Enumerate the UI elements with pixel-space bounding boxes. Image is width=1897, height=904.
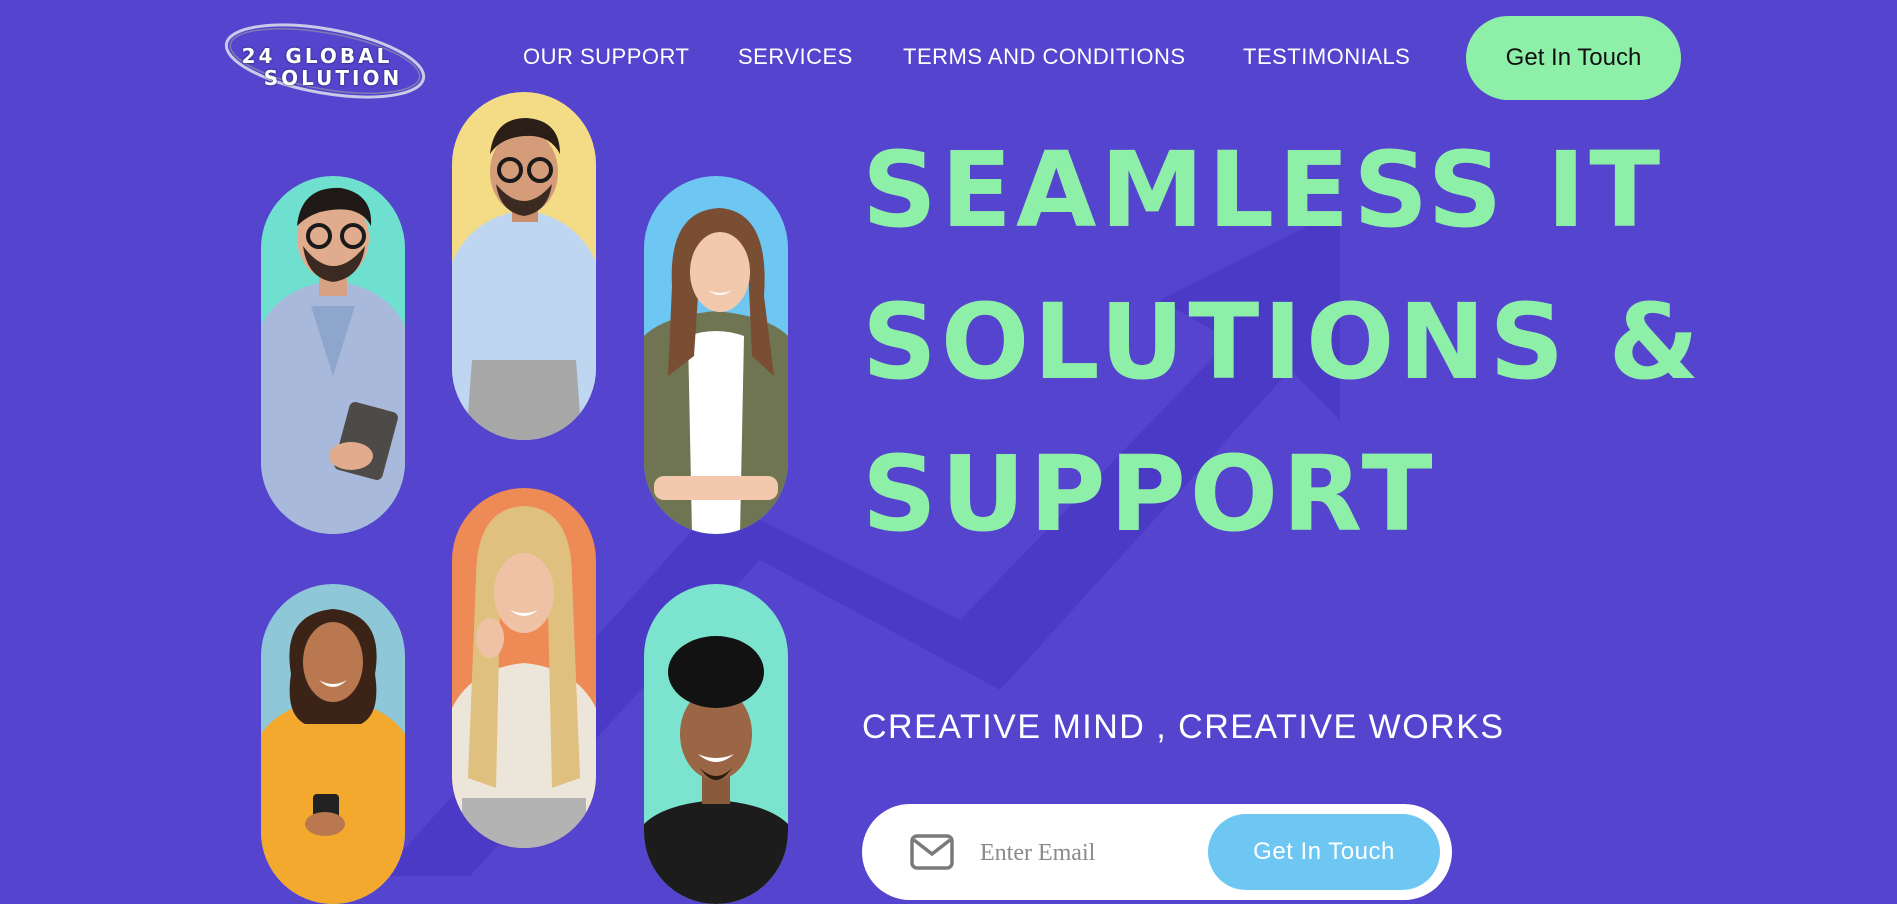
get-in-touch-button[interactable]: Get In Touch [1466,16,1681,100]
team-photo [261,176,405,534]
hero-title-line: SUPPORT [862,433,1437,555]
mail-icon [910,834,954,870]
logo-text-line2: SOLUTION [263,66,403,90]
team-photo-gallery [0,0,800,904]
hero-get-in-touch-button[interactable]: Get In Touch [1208,814,1440,890]
nav-testimonials[interactable]: TESTIMONIALS [1243,44,1410,70]
email-signup-form: Get In Touch [862,804,1452,900]
team-photo [261,584,405,904]
hero-title-line: SOLUTIONS & [862,281,1704,403]
brand-logo[interactable]: 24 GLOBAL SOLUTION [220,16,430,106]
email-input[interactable] [978,832,1212,874]
team-photo [452,488,596,848]
site-header: 24 GLOBAL SOLUTION OUR SUPPORT SERVICES … [0,0,1897,110]
team-photo [644,176,788,534]
hero-tagline: CREATIVE MIND , CREATIVE WORKS [862,708,1505,746]
nav-terms-and-conditions[interactable]: TERMS AND CONDITIONS [903,44,1186,70]
team-photo [644,584,788,904]
hero-title-line: SEAMLESS IT [862,129,1665,251]
hero-title: SEAMLESS IT SOLUTIONS & SUPPORT [862,114,1703,570]
logo-text-line1: 24 GLOBAL [241,44,393,68]
nav-our-support[interactable]: OUR SUPPORT [523,44,689,70]
nav-services[interactable]: SERVICES [738,44,853,70]
team-photo [452,92,596,440]
